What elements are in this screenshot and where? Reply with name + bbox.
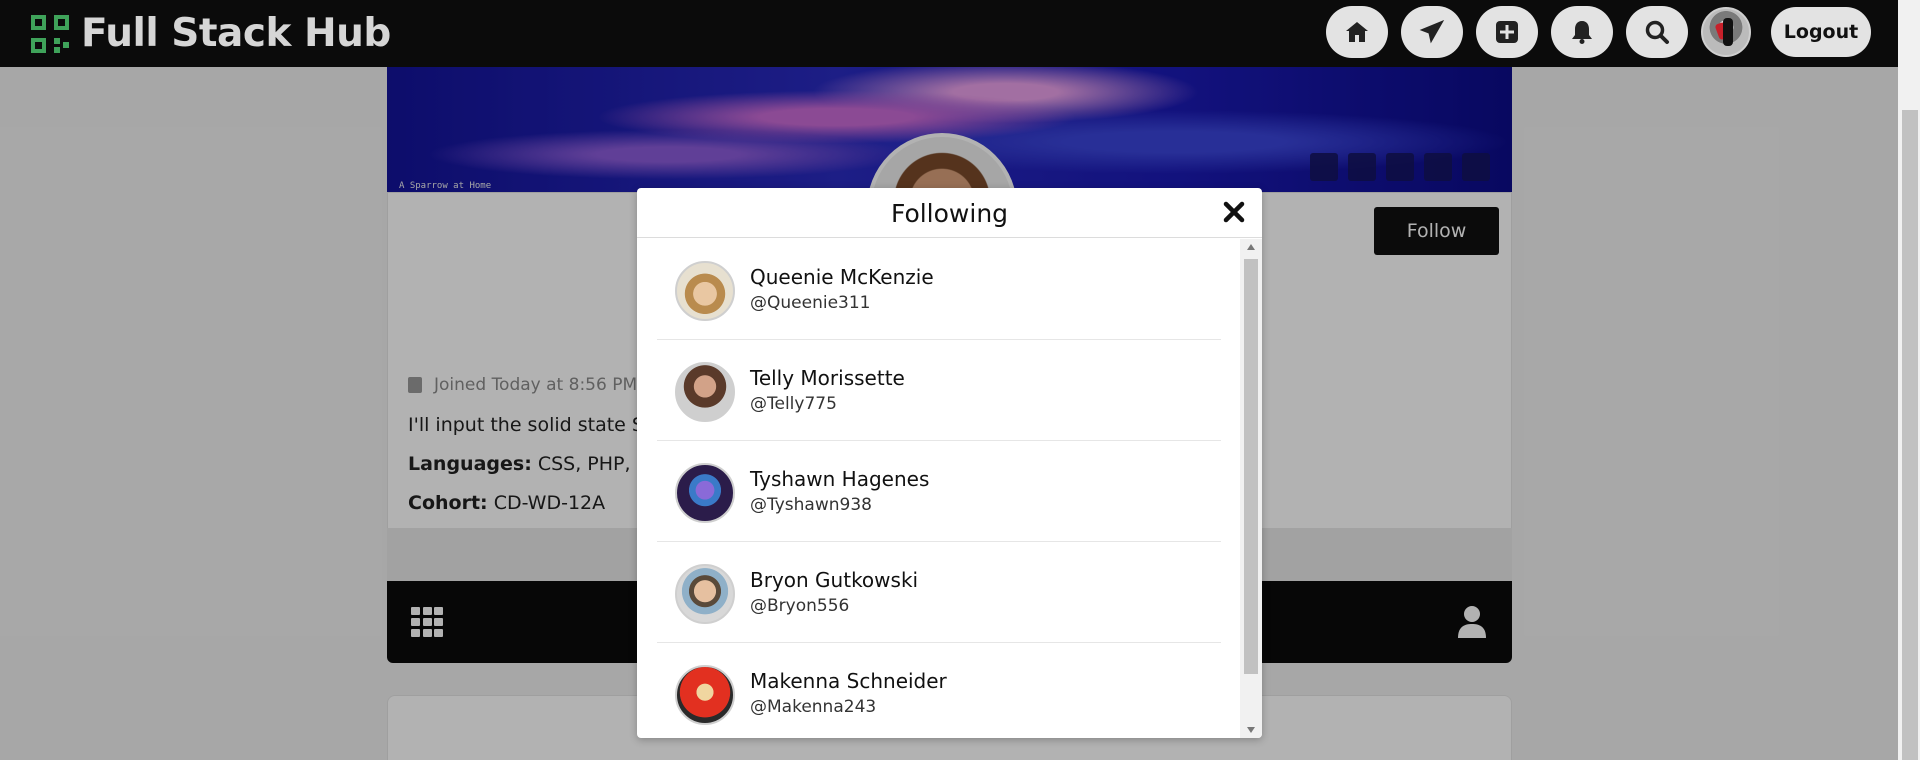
page-scrollbar[interactable] — [1898, 0, 1920, 760]
close-icon[interactable] — [1220, 198, 1248, 226]
nav-actions: Logout — [1313, 6, 1871, 58]
user-handle: @Queenie311 — [750, 293, 871, 313]
user-handle: @Telly775 — [750, 394, 837, 414]
avatar[interactable] — [675, 665, 735, 725]
user-avatar[interactable] — [1701, 7, 1751, 57]
create-post-button[interactable] — [1476, 6, 1538, 58]
messages-button[interactable] — [1401, 6, 1463, 58]
avatar[interactable] — [675, 463, 735, 523]
avatar[interactable] — [675, 362, 735, 422]
list-item[interactable]: Telly Morissette @Telly775 — [657, 340, 1221, 441]
bell-icon — [1572, 21, 1592, 44]
home-button[interactable] — [1326, 6, 1388, 58]
user-handle: @Tyshawn938 — [750, 495, 872, 515]
user-name[interactable]: Tyshawn Hagenes — [750, 467, 929, 491]
modal-title: Following — [890, 199, 1009, 228]
user-name[interactable]: Makenna Schneider — [750, 669, 947, 693]
avatar[interactable] — [675, 261, 735, 321]
page-scrollbar-thumb[interactable] — [1902, 110, 1918, 760]
modal-scrollbar-thumb[interactable] — [1244, 259, 1258, 674]
list-item[interactable]: Bryon Gutkowski @Bryon556 — [657, 542, 1221, 643]
list-item[interactable]: Tyshawn Hagenes @Tyshawn938 — [657, 441, 1221, 542]
logout-button[interactable]: Logout — [1771, 7, 1871, 57]
search-button[interactable] — [1626, 6, 1688, 58]
user-name[interactable]: Bryon Gutkowski — [750, 568, 918, 592]
following-list[interactable]: Queenie McKenzie @Queenie311 Telly Moris… — [637, 239, 1240, 738]
user-handle: @Bryon556 — [750, 596, 850, 616]
modal-scrollbar[interactable] — [1240, 239, 1262, 738]
user-handle: @Makenna243 — [750, 697, 877, 717]
top-navbar: Full Stack Hub Logout — [0, 0, 1898, 67]
send-icon — [1419, 19, 1445, 44]
modal-header: Following — [637, 188, 1262, 238]
user-name[interactable]: Queenie McKenzie — [750, 265, 934, 289]
scroll-up-arrow-icon[interactable] — [1247, 244, 1255, 250]
plus-square-icon — [1496, 21, 1518, 43]
qr-logo-icon — [31, 14, 69, 53]
brand-name: Full Stack Hub — [81, 11, 391, 56]
avatar[interactable] — [675, 564, 735, 624]
home-icon — [1346, 22, 1368, 42]
list-item[interactable]: Queenie McKenzie @Queenie311 — [657, 239, 1221, 340]
scroll-down-arrow-icon[interactable] — [1247, 727, 1255, 733]
notifications-button[interactable] — [1551, 6, 1613, 58]
list-item[interactable]: Makenna Schneider @Makenna243 — [657, 643, 1221, 738]
user-name[interactable]: Telly Morissette — [750, 366, 905, 390]
brand[interactable]: Full Stack Hub — [31, 11, 391, 56]
following-modal: Following Queenie McKenzie @Queenie311 T… — [637, 188, 1262, 738]
search-icon — [1645, 20, 1669, 44]
